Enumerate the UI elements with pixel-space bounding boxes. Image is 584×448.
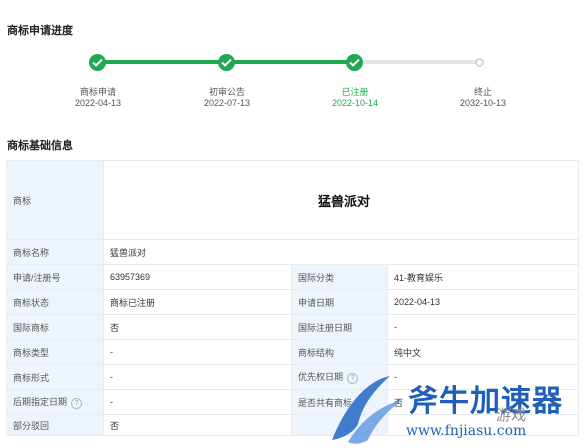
progress-track-pending	[355, 60, 481, 64]
table-row: 申请/注册号 63957369 国际分类 41-教育娱乐	[6, 264, 580, 290]
name-label: 商标名称	[6, 239, 104, 265]
row-1-value-1: 63957369	[103, 264, 292, 290]
row-4-label-1: 商标类型	[6, 339, 104, 365]
step-4-date: 2032-10-13	[459, 98, 507, 108]
row-6-label-1: 后期指定日期	[13, 397, 68, 408]
row-3-label-1: 国际商标	[6, 314, 104, 340]
watermark: 斧牛加速器 游戏 www.fnjiasu.com	[328, 370, 584, 448]
partial-reject-label: 部分驳回	[6, 414, 104, 436]
help-icon[interactable]: ?	[71, 397, 83, 409]
progress-section-title: 商标申请进度	[7, 25, 73, 37]
step-1-date: 2022-04-13	[74, 98, 122, 108]
info-section-title: 商标基础信息	[7, 140, 73, 152]
step-4-pending-dot-icon	[475, 58, 484, 67]
step-2-date: 2022-07-13	[203, 98, 251, 108]
row-2-value-2: 2022-04-13	[386, 289, 580, 315]
row-2-label-2: 申请日期	[291, 289, 388, 315]
row-2-value-1: 商标已注册	[103, 289, 292, 315]
row-4-label-2: 商标结构	[291, 339, 388, 365]
step-3-check-icon	[346, 54, 363, 71]
step-1-check-icon	[89, 54, 106, 71]
logo-cell: 猛兽派对	[102, 160, 580, 240]
watermark-swoosh-icon	[332, 376, 402, 444]
row-2-label-1: 商标状态	[6, 289, 104, 315]
step-2-check-icon	[218, 54, 235, 71]
watermark-url: www.fnjiasu.com	[406, 423, 527, 439]
row-4-value-1: -	[103, 339, 292, 365]
name-value: 猛兽派对	[102, 239, 580, 265]
step-3-date: 2022-10-14	[331, 98, 379, 108]
table-row: 商标状态 商标已注册 申请日期 2022-04-13	[6, 289, 580, 315]
step-2-label: 初审公告	[208, 87, 245, 97]
row-3-value-2: -	[386, 314, 580, 340]
row-4-value-2: 纯中文	[386, 339, 580, 365]
logo-row: 商标 猛兽派对	[6, 160, 580, 240]
partial-reject-value: 否	[103, 414, 292, 436]
row-5-label-1: 商标形式	[6, 364, 104, 390]
row-6-value-1: -	[103, 389, 292, 415]
step-4-label: 终止	[473, 87, 492, 97]
trademark-logo-image: 猛兽派对	[305, 161, 383, 239]
trademark-logo-text: 猛兽派对	[317, 194, 370, 210]
table-row: 国际商标 否 国际注册日期 -	[6, 314, 580, 340]
logo-label: 商标	[6, 160, 104, 240]
row-3-value-1: 否	[103, 314, 292, 340]
row-6-label-1-cell: 后期指定日期?	[6, 389, 104, 415]
row-1-label-2: 国际分类	[291, 264, 388, 290]
row-1-label-1: 申请/注册号	[6, 264, 104, 290]
step-3-label: 已注册	[341, 87, 369, 97]
row-1-value-2: 41-教育娱乐	[386, 264, 580, 290]
watermark-brand: 斧牛加速器	[408, 385, 563, 418]
row-3-label-2: 国际注册日期	[291, 314, 388, 340]
watermark-extra: 游戏	[496, 406, 527, 424]
table-row: 商标类型 - 商标结构 纯中文	[6, 339, 580, 365]
table-row: 商标名称 猛兽派对	[6, 239, 580, 265]
step-1-label: 商标申请	[79, 87, 116, 97]
row-5-value-1: -	[103, 364, 292, 390]
